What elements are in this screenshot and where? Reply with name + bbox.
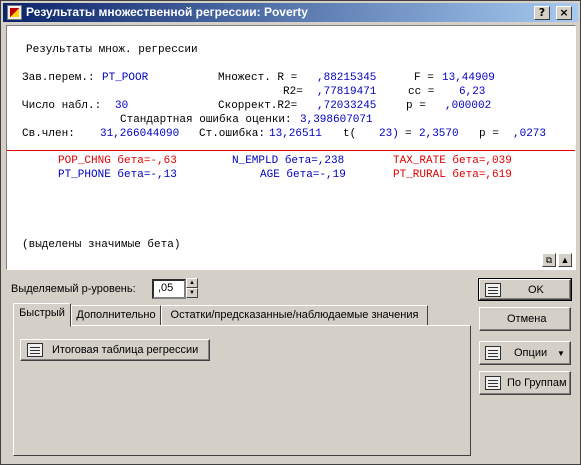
options-button[interactable]: Опции ▼	[479, 341, 571, 365]
beta-n-empld: N_EMPLD бета=,238	[232, 155, 345, 167]
report-footnote: (выделены значимые бета)	[22, 239, 181, 251]
df-value: 6,23	[459, 86, 486, 98]
f-value: 13,44909	[442, 72, 495, 84]
by-groups-label: По Группам	[507, 377, 567, 389]
table-icon	[27, 343, 43, 357]
beta-tax-rate: TAX_RATE бета=,039	[393, 155, 512, 167]
results-report: Результаты множ. регрессии Зав.перем.: P…	[6, 25, 576, 270]
beta-pt-phone: PT_PHONE бета=-,13	[58, 169, 177, 181]
p-level-up-icon[interactable]: ▲	[186, 278, 198, 288]
multiple-r-label: Множест. R =	[218, 72, 298, 84]
n-value: 30	[115, 100, 129, 112]
f-label: F =	[414, 72, 434, 84]
separator-line	[7, 150, 575, 151]
dep-var-value: PT_POOR	[102, 72, 149, 84]
tab-panel-quick: Итоговая таблица регрессии	[13, 325, 471, 456]
multiple-r-value: ,88215345	[317, 72, 377, 84]
t-label: t(	[343, 128, 357, 140]
summary-table-label: Итоговая таблица регрессии	[52, 344, 199, 356]
report-heading: Результаты множ. регрессии	[26, 44, 198, 56]
window-title: Результаты множественной регрессии: Pove…	[26, 5, 308, 19]
close-button[interactable]: ×	[556, 6, 572, 20]
cancel-label: Отмена	[507, 313, 547, 325]
by-groups-button[interactable]: По Группам	[479, 371, 571, 395]
p2-label: p =	[479, 128, 499, 140]
ok-icon	[485, 283, 501, 297]
intercept-se-label: Ст.ошибка:	[199, 128, 266, 140]
help-button[interactable]: ?	[534, 6, 550, 20]
tab-advanced[interactable]: Дополнительно	[71, 305, 161, 326]
intercept-label: Св.член:	[22, 128, 75, 140]
p-label: p =	[406, 100, 426, 112]
title-bar[interactable]: Результаты множественной регрессии: Pove…	[3, 3, 578, 22]
summary-table-button[interactable]: Итоговая таблица регрессии	[20, 339, 210, 361]
p-value: ,000002	[445, 100, 492, 112]
dep-var-label: Зав.перем.:	[22, 72, 95, 84]
regression-results-window: Результаты множественной регрессии: Pove…	[0, 0, 581, 465]
chevron-down-icon: ▼	[557, 348, 565, 358]
p2-value: ,0273	[513, 128, 547, 140]
intercept-value: 31,266044090	[100, 128, 180, 140]
app-icon	[7, 5, 22, 20]
tab-residuals[interactable]: Остатки/предсказанные/наблюдаемые значен…	[161, 305, 428, 326]
t-df-value: 23)	[379, 128, 399, 140]
std-err-value: 3,398607071	[300, 114, 373, 126]
r2-label: R2=	[283, 86, 303, 98]
n-label: Число набл.:	[22, 100, 102, 112]
expand-toggle-icon[interactable]: ▲	[558, 253, 572, 267]
p-level-input[interactable]: ,05	[152, 279, 186, 299]
ok-label: OK	[528, 283, 544, 296]
groups-icon	[485, 376, 501, 390]
cancel-button[interactable]: Отмена	[479, 307, 571, 331]
std-err-label: Стандартная ошибка оценки:	[120, 114, 292, 126]
options-icon	[485, 346, 501, 360]
beta-age: AGE бета=-,19	[260, 169, 346, 181]
p-level-label: Выделяемый р-уровень:	[11, 283, 136, 295]
adj-r2-value: ,72033245	[317, 100, 377, 112]
r2-value: ,77819471	[317, 86, 377, 98]
intercept-se-value: 13,26511	[269, 128, 322, 140]
adj-r2-label: Скоррект.R2=	[218, 100, 298, 112]
beta-pt-rural: PT_RURAL бета=,619	[393, 169, 512, 181]
options-label: Опции	[514, 347, 548, 359]
beta-pop-chng: POP_CHNG бета=-,63	[58, 155, 177, 167]
t-equals: =	[405, 128, 412, 140]
ok-button[interactable]: OK	[479, 279, 571, 300]
p-level-down-icon[interactable]: ▼	[186, 288, 198, 298]
tab-quick[interactable]: Быстрый	[13, 303, 71, 327]
copy-icon[interactable]: ⧉	[542, 253, 556, 267]
df-label: cc =	[408, 86, 435, 98]
t-value: 2,3570	[419, 128, 459, 140]
